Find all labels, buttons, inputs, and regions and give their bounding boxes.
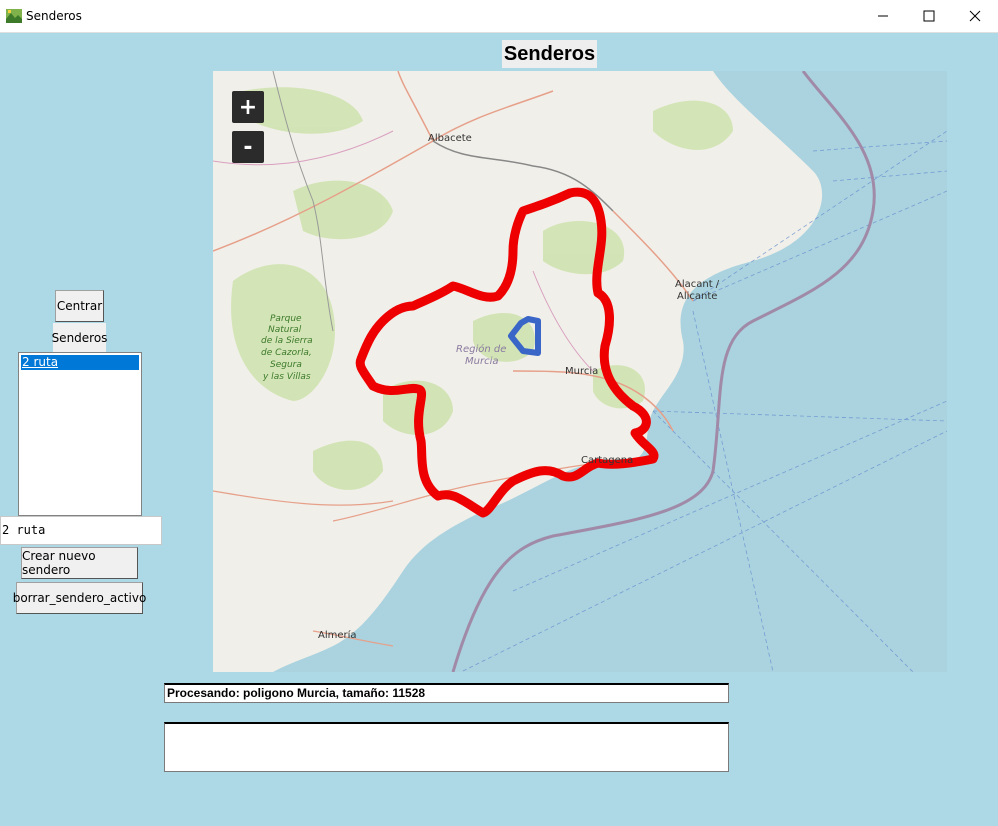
status-bar: Procesando: poligono Murcia, tamaño: 115… bbox=[164, 683, 729, 703]
map-label-albacete: Albacete bbox=[428, 133, 472, 144]
minimize-icon bbox=[878, 15, 888, 17]
delete-sendero-button[interactable]: borrar_sendero_activo bbox=[13, 582, 146, 614]
map-label-murcia: Murcia bbox=[565, 366, 598, 377]
map-view[interactable]: Albacete Alacant / Alicante Murcia Regió… bbox=[213, 71, 947, 672]
map-label-almeria: Almería bbox=[318, 629, 357, 641]
map-label-region-2: Murcia bbox=[465, 356, 498, 367]
svg-text:de la Sierra: de la Sierra bbox=[261, 336, 313, 346]
page-title: Senderos bbox=[502, 40, 597, 68]
map-label-alicante-1: Alacant / bbox=[675, 279, 720, 290]
senderos-listbox[interactable]: 2 ruta bbox=[18, 352, 142, 516]
map-label-cartagena: Cartagena bbox=[581, 455, 633, 466]
maximize-icon bbox=[923, 10, 935, 22]
svg-text:Segura: Segura bbox=[270, 360, 302, 370]
minimize-button[interactable] bbox=[860, 0, 906, 32]
zoom-out-button[interactable]: - bbox=[232, 131, 264, 163]
close-button[interactable] bbox=[952, 0, 998, 32]
list-item[interactable]: 2 ruta bbox=[21, 355, 139, 370]
create-sendero-button[interactable]: Crear nuevo sendero bbox=[21, 547, 138, 579]
app-icon bbox=[6, 9, 22, 23]
close-icon bbox=[969, 10, 981, 22]
senderos-label: Senderos bbox=[52, 323, 107, 352]
svg-text:Natural: Natural bbox=[268, 325, 302, 335]
map-label-alicante-2: Alicante bbox=[677, 291, 717, 302]
svg-text:Parque: Parque bbox=[270, 314, 302, 324]
output-textarea[interactable] bbox=[164, 722, 729, 772]
window-title: Senderos bbox=[26, 9, 82, 23]
window-titlebar: Senderos bbox=[0, 0, 998, 33]
maximize-button[interactable] bbox=[906, 0, 952, 32]
zoom-in-button[interactable]: + bbox=[232, 91, 264, 123]
svg-text:y las Villas: y las Villas bbox=[262, 372, 311, 382]
sendero-name-input[interactable]: 2 ruta bbox=[0, 516, 162, 545]
svg-text:de Cazorla,: de Cazorla, bbox=[261, 348, 312, 358]
centrar-button[interactable]: Centrar bbox=[55, 290, 104, 322]
map-canvas[interactable]: Albacete Alacant / Alicante Murcia Regió… bbox=[213, 71, 947, 672]
map-label-region-1: Región de bbox=[456, 343, 506, 355]
